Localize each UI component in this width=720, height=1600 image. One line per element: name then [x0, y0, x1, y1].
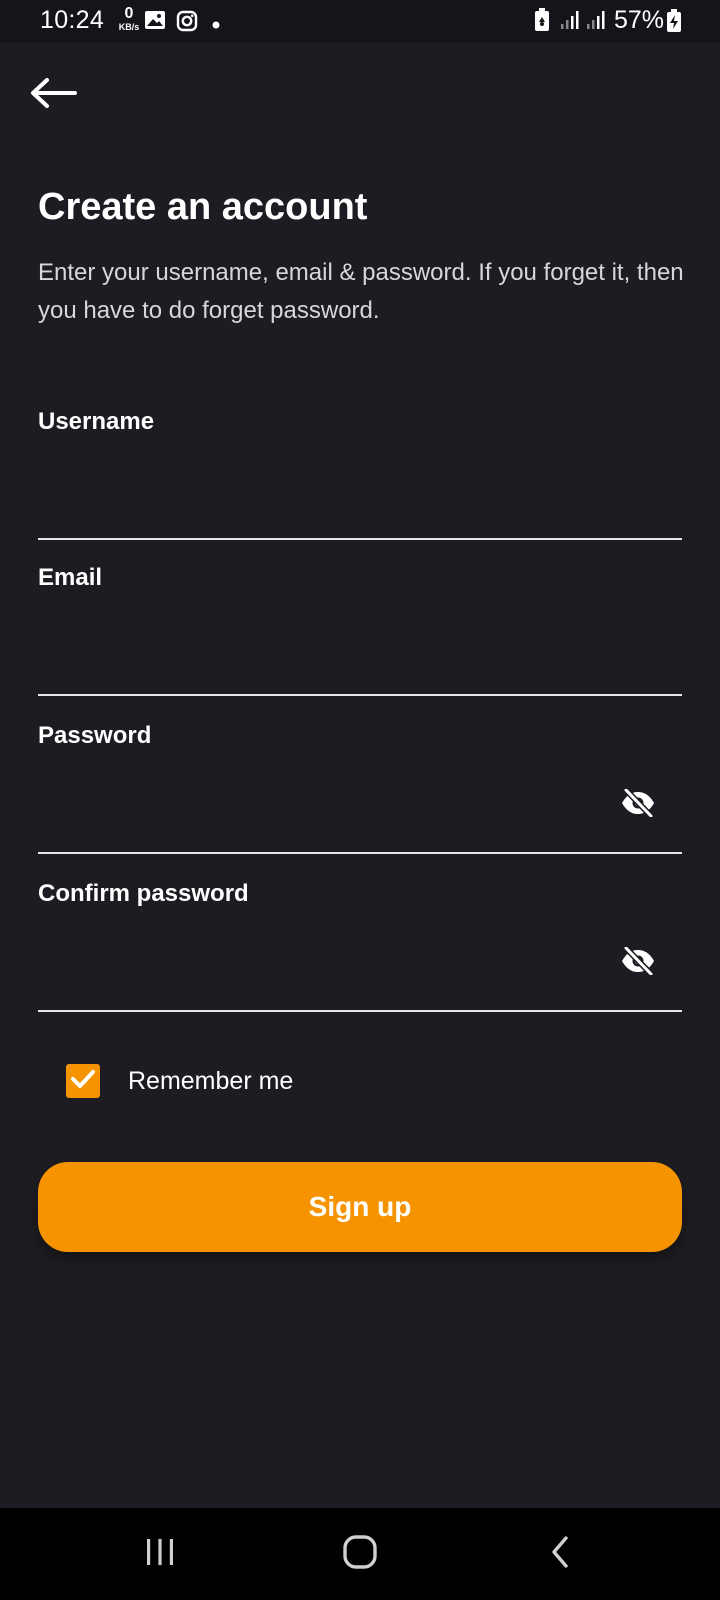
instagram-icon: [176, 10, 198, 37]
back-button[interactable]: [26, 72, 80, 118]
page-title: Create an account: [38, 186, 368, 228]
status-time: 10:24: [40, 6, 105, 34]
username-field: Username: [38, 408, 682, 540]
password-visibility-toggle[interactable]: [618, 786, 658, 822]
confirm-password-input[interactable]: [38, 936, 608, 980]
confirm-password-field: Confirm password: [38, 880, 682, 1012]
battery-charging-icon: [666, 9, 682, 38]
confirm-password-visibility-toggle[interactable]: [618, 944, 658, 980]
remember-me-checkbox[interactable]: [66, 1064, 100, 1098]
network-speed-value: 0: [124, 5, 134, 22]
remember-me-row: Remember me: [66, 1064, 293, 1098]
username-label: Username: [38, 408, 155, 435]
image-icon: [144, 10, 166, 35]
username-input[interactable]: [38, 464, 608, 508]
email-underline: [38, 694, 682, 696]
eye-off-icon: [620, 786, 656, 822]
recent-apps-button[interactable]: [130, 1528, 190, 1580]
sign-up-button[interactable]: Sign up: [38, 1162, 682, 1252]
recent-apps-icon: [143, 1537, 177, 1572]
dot-icon: [212, 16, 220, 34]
battery-percent: 57%: [613, 6, 664, 34]
network-speed-indicator: 0 KB/s: [116, 6, 142, 32]
home-button[interactable]: [330, 1528, 390, 1580]
status-bar: 10:24 0 KB/s 57%: [0, 0, 720, 42]
password-underline: [38, 852, 682, 854]
password-label: Password: [38, 722, 152, 749]
signal-icon: [586, 10, 606, 35]
page-subtitle: Enter your username, email & password. I…: [38, 259, 684, 324]
email-input[interactable]: [38, 620, 608, 664]
confirm-password-label: Confirm password: [38, 880, 249, 907]
network-speed-unit: KB/s: [118, 22, 140, 32]
signal-icon: [560, 10, 580, 35]
password-input[interactable]: [38, 778, 608, 822]
home-icon: [342, 1534, 378, 1574]
signup-screen: 10:24 0 KB/s 57% Create an account Enter…: [0, 0, 720, 1600]
system-nav-bar: [0, 1508, 720, 1600]
arrow-left-icon: [29, 77, 77, 114]
email-label: Email: [38, 564, 103, 591]
password-field: Password: [38, 722, 682, 854]
eye-off-icon: [620, 944, 656, 980]
email-field: Email: [38, 564, 682, 696]
battery-saver-icon: [534, 8, 550, 37]
username-underline: [38, 538, 682, 540]
back-icon: [548, 1535, 572, 1574]
confirm-password-underline: [38, 1010, 682, 1012]
checkmark-icon: [70, 1068, 96, 1095]
remember-me-label[interactable]: Remember me: [128, 1067, 293, 1096]
system-back-button[interactable]: [530, 1528, 590, 1580]
